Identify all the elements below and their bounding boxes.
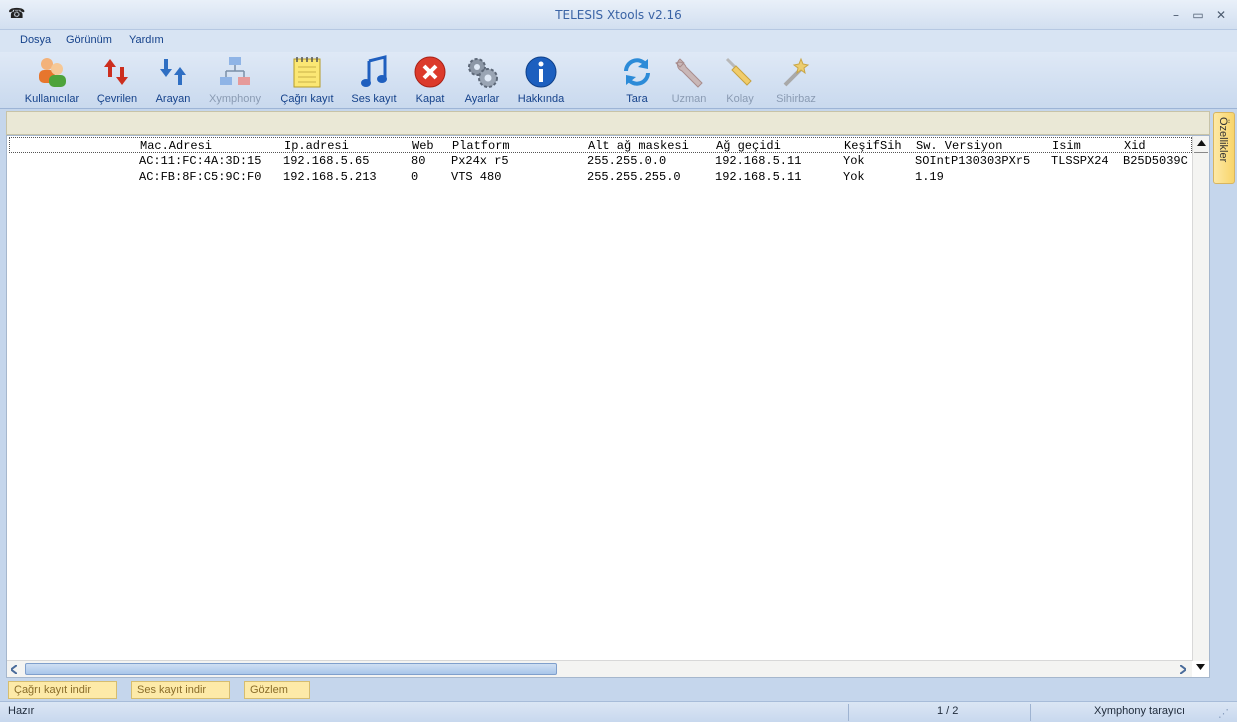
- scroll-up-icon[interactable]: [1197, 140, 1206, 146]
- easy-button[interactable]: Kolay: [722, 55, 758, 107]
- status-text: Hazır: [8, 705, 35, 717]
- platform-cell: VTS 480: [451, 170, 502, 184]
- ip-cell: 192.168.5.65: [283, 154, 370, 168]
- column-header[interactable]: Ağ geçidi: [716, 139, 781, 153]
- tab-sound-record-download[interactable]: Ses kayıt indir: [131, 681, 230, 699]
- wrench-icon: [675, 58, 703, 88]
- column-header[interactable]: Web: [412, 139, 434, 153]
- mac-cell: AC:FB:8F:C5:9C:F0: [139, 170, 262, 184]
- column-header[interactable]: Ip.adresi: [284, 139, 349, 153]
- horizontal-scroll-thumb[interactable]: [25, 663, 557, 675]
- tab-monitoring[interactable]: Gözlem: [244, 681, 310, 699]
- table-row[interactable]: AC:11:FC:4A:3D:15 192.168.5.65 80 Px24x …: [9, 153, 1192, 169]
- column-header[interactable]: KeşifSih: [844, 139, 902, 153]
- gateway-cell: 192.168.5.11: [715, 170, 802, 184]
- title-bar: ☎ TELESIS Xtools v2.16 – ▭ ✕: [0, 0, 1237, 30]
- mac-cell: AC:11:FC:4A:3D:15: [139, 154, 262, 168]
- gateway-cell: 192.168.5.11: [715, 154, 802, 168]
- discovery-cell: Yok: [843, 170, 865, 184]
- incoming-calls-button[interactable]: Arayan: [152, 55, 194, 107]
- name-cell: TLSSPX24: [1051, 154, 1109, 168]
- horizontal-scrollbar[interactable]: [7, 660, 1192, 677]
- expert-button[interactable]: Uzman: [668, 55, 710, 107]
- scan-button[interactable]: Tara: [620, 55, 654, 107]
- ip-cell: 192.168.5.213: [283, 170, 377, 184]
- screwdriver-icon: [725, 57, 752, 86]
- subnet-cell: 255.255.255.0: [587, 170, 681, 184]
- properties-side-tab[interactable]: Özellikler: [1213, 112, 1235, 184]
- resize-grip-icon[interactable]: ⋰: [1218, 707, 1229, 720]
- device-table: Mac.Adresi Ip.adresi Web Platform Alt ağ…: [9, 137, 1192, 185]
- xid-cell: B25D5039C: [1123, 154, 1188, 168]
- notepad-icon: [293, 57, 321, 88]
- gears-icon: [468, 58, 498, 88]
- menu-gorunum[interactable]: Görünüm: [66, 34, 112, 46]
- about-button[interactable]: Hakkında: [514, 55, 568, 107]
- menu-dosya[interactable]: Dosya: [20, 34, 51, 46]
- column-header[interactable]: Xid: [1124, 139, 1146, 153]
- status-separator: [1030, 704, 1031, 721]
- tab-call-record-download[interactable]: Çağrı kayıt indir: [8, 681, 117, 699]
- info-strip: [6, 111, 1210, 135]
- outgoing-calls-icon: [104, 59, 128, 85]
- table-header: Mac.Adresi Ip.adresi Web Platform Alt ağ…: [9, 137, 1192, 153]
- xymphony-button[interactable]: Xymphony: [206, 55, 264, 107]
- column-header[interactable]: Platform: [452, 139, 510, 153]
- close-app-button[interactable]: Kapat: [410, 55, 450, 107]
- close-button[interactable]: ✕: [1212, 6, 1230, 24]
- refresh-icon: [624, 58, 650, 86]
- close-circle-icon: [414, 56, 446, 88]
- bottom-tab-bar: Çağrı kayıt indir Ses kayıt indir Gözlem: [0, 678, 1237, 701]
- magic-wand-icon: [783, 57, 810, 87]
- minimize-button[interactable]: –: [1167, 6, 1185, 24]
- column-header[interactable]: Sw. Versiyon: [916, 139, 1002, 153]
- network-diagram-icon: [220, 57, 250, 85]
- column-header[interactable]: Mac.Adresi: [140, 139, 212, 153]
- status-bar: Hazır 1 / 2 Xymphony tarayıcı ⋰: [0, 701, 1237, 722]
- incoming-calls-icon: [160, 59, 186, 85]
- window-title: TELESIS Xtools v2.16: [555, 8, 682, 22]
- call-record-button[interactable]: Çağrı kayıt: [278, 55, 336, 107]
- subnet-cell: 255.255.0.0: [587, 154, 667, 168]
- scanner-status: Xymphony tarayıcı: [1094, 705, 1186, 717]
- web-cell: 0: [411, 170, 419, 184]
- device-table-panel: Mac.Adresi Ip.adresi Web Platform Alt ağ…: [6, 135, 1210, 678]
- toolbar: Kullanıcılar Çevrilen Arayan Xymphony Ça…: [0, 52, 1237, 109]
- platform-cell: Px24x r5: [451, 154, 509, 168]
- outgoing-calls-button[interactable]: Çevrilen: [94, 55, 140, 107]
- users-button[interactable]: Kullanıcılar: [20, 55, 84, 107]
- users-icon: [39, 58, 66, 87]
- menu-bar: Dosya Görünüm Yardım: [0, 30, 1237, 52]
- wizard-button[interactable]: Sihirbaz: [770, 55, 822, 107]
- maximize-button[interactable]: ▭: [1189, 6, 1207, 24]
- scroll-thumb[interactable]: [1194, 152, 1208, 166]
- version-cell: 1.19: [915, 170, 944, 184]
- column-header[interactable]: Isim: [1052, 139, 1081, 153]
- version-cell: SOIntP130303PXr5: [915, 154, 1031, 168]
- settings-button[interactable]: Ayarlar: [460, 55, 504, 107]
- scroll-right-icon[interactable]: [1180, 665, 1186, 674]
- discovery-cell: Yok: [843, 154, 865, 168]
- scroll-down-icon[interactable]: [1196, 664, 1205, 670]
- table-row[interactable]: AC:FB:8F:C5:9C:F0 192.168.5.213 0 VTS 48…: [9, 169, 1192, 185]
- menu-yardim[interactable]: Yardım: [129, 34, 164, 46]
- column-header[interactable]: Alt ağ maskesi: [588, 139, 689, 153]
- sound-record-button[interactable]: Ses kayıt: [348, 55, 400, 107]
- status-separator: [848, 704, 849, 721]
- info-icon: [525, 56, 557, 88]
- page-indicator: 1 / 2: [937, 705, 959, 717]
- properties-label: Özellikler: [1217, 117, 1229, 163]
- vertical-scrollbar[interactable]: [1192, 136, 1209, 661]
- scroll-left-icon[interactable]: [11, 665, 17, 674]
- music-note-icon: [361, 55, 387, 87]
- web-cell: 80: [411, 154, 426, 168]
